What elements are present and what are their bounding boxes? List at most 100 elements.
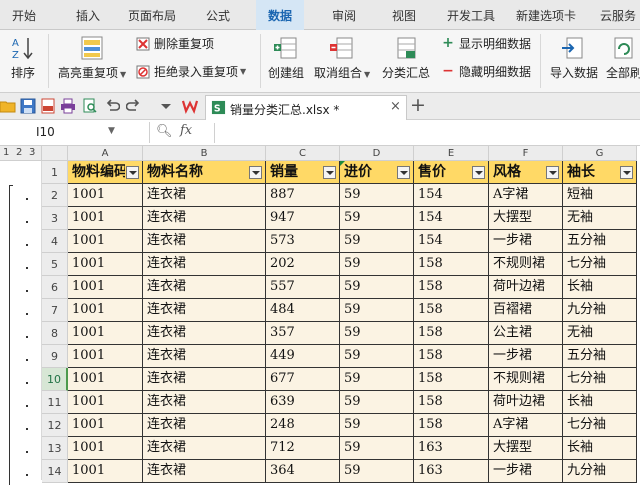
table-cell[interactable]: 荷叶边裙 [489, 276, 563, 299]
reject-duplicates-button[interactable]: 拒绝录入重复项 ▼ [135, 63, 246, 80]
table-cell[interactable]: 连衣裙 [143, 437, 266, 460]
filter-dropdown-icon[interactable] [546, 166, 559, 179]
table-cell[interactable]: 连衣裙 [143, 207, 266, 230]
print-preview-icon[interactable] [82, 98, 98, 114]
create-group-button[interactable]: 创建组 [268, 35, 304, 81]
column-header-f[interactable]: F [489, 146, 563, 161]
table-cell[interactable]: 一步裙 [489, 230, 563, 253]
table-cell[interactable]: 连衣裙 [143, 345, 266, 368]
table-cell[interactable]: 1001 [68, 207, 143, 230]
column-header-b[interactable]: B [143, 146, 266, 161]
table-cell[interactable]: 1001 [68, 391, 143, 414]
table-cell[interactable]: 59 [340, 368, 414, 391]
table-cell[interactable]: 一步裙 [489, 345, 563, 368]
table-cell[interactable]: 158 [414, 299, 489, 322]
header-cell[interactable]: 风格 [489, 161, 563, 184]
table-cell[interactable]: 712 [266, 437, 340, 460]
table-cell[interactable]: 五分袖 [563, 230, 637, 253]
table-cell[interactable]: 长袖 [563, 276, 637, 299]
table-cell[interactable]: 公主裙 [489, 322, 563, 345]
row-header-8[interactable]: 8 [42, 322, 68, 345]
table-cell[interactable]: 连衣裙 [143, 322, 266, 345]
hide-detail-button[interactable]: − 隐藏明细数据 [440, 63, 531, 80]
outline-group-bracket[interactable] [9, 185, 13, 485]
table-cell[interactable]: 158 [414, 276, 489, 299]
table-cell[interactable]: 1001 [68, 184, 143, 207]
filter-dropdown-icon[interactable] [620, 166, 633, 179]
menu-view[interactable]: 视图 [392, 7, 416, 24]
refresh-all-button[interactable]: 全部刷 [606, 35, 640, 81]
chevron-down-icon[interactable]: ▼ [108, 126, 115, 136]
import-data-button[interactable]: 导入数据 [550, 35, 598, 81]
row-header-9[interactable]: 9 [42, 345, 68, 368]
outline-level-2[interactable]: 2 [16, 147, 22, 158]
table-cell[interactable]: 连衣裙 [143, 230, 266, 253]
zoom-search-icon[interactable]: 🔍︎ [156, 124, 173, 139]
table-cell[interactable]: A字裙 [489, 184, 563, 207]
column-header-a[interactable]: A [68, 146, 143, 161]
row-header-10[interactable]: 10 [42, 368, 68, 391]
column-header-d[interactable]: D [340, 146, 414, 161]
table-cell[interactable]: 大摆型 [489, 437, 563, 460]
table-cell[interactable]: 连衣裙 [143, 184, 266, 207]
table-cell[interactable]: 无袖 [563, 322, 637, 345]
filter-dropdown-icon[interactable] [472, 166, 485, 179]
name-box[interactable]: I10 ▼ [0, 122, 150, 143]
highlight-duplicates-button[interactable]: 高亮重复项 ▼ [58, 35, 126, 81]
table-cell[interactable]: 59 [340, 345, 414, 368]
filter-dropdown-icon[interactable] [126, 166, 139, 179]
table-cell[interactable]: 59 [340, 299, 414, 322]
row-header-7[interactable]: 7 [42, 299, 68, 322]
row-header-6[interactable]: 6 [42, 276, 68, 299]
menu-insert[interactable]: 插入 [76, 7, 100, 24]
table-cell[interactable]: 59 [340, 184, 414, 207]
table-cell[interactable]: 连衣裙 [143, 276, 266, 299]
table-cell[interactable]: A字裙 [489, 414, 563, 437]
table-cell[interactable]: 1001 [68, 368, 143, 391]
table-cell[interactable]: 长袖 [563, 391, 637, 414]
outline-level-3[interactable]: 3 [29, 147, 35, 158]
table-cell[interactable]: 连衣裙 [143, 253, 266, 276]
table-cell[interactable]: 154 [414, 207, 489, 230]
ungroup-button[interactable]: 取消组合 ▼ [314, 35, 370, 81]
table-cell[interactable]: 1001 [68, 345, 143, 368]
row-header-12[interactable]: 12 [42, 414, 68, 437]
row-header-3[interactable]: 3 [42, 207, 68, 230]
export-pdf-icon[interactable] [40, 98, 56, 114]
table-cell[interactable]: 484 [266, 299, 340, 322]
table-cell[interactable]: 59 [340, 253, 414, 276]
table-cell[interactable]: 七分袖 [563, 253, 637, 276]
menu-formulas[interactable]: 公式 [206, 7, 230, 24]
table-cell[interactable]: 557 [266, 276, 340, 299]
subtotal-button[interactable]: 分类汇总 [382, 35, 430, 81]
filter-dropdown-icon[interactable] [397, 166, 410, 179]
table-cell[interactable]: 59 [340, 414, 414, 437]
table-cell[interactable]: 1001 [68, 437, 143, 460]
fx-icon[interactable]: fx [180, 123, 192, 138]
formula-input[interactable] [214, 123, 634, 143]
table-cell[interactable]: 1001 [68, 299, 143, 322]
table-cell[interactable]: 59 [340, 391, 414, 414]
redo-icon[interactable] [126, 98, 142, 114]
open-folder-icon[interactable] [0, 98, 16, 114]
row-header-13[interactable]: 13 [42, 437, 68, 460]
table-cell[interactable]: 59 [340, 230, 414, 253]
table-cell[interactable]: 不规则裙 [489, 253, 563, 276]
table-cell[interactable]: 七分袖 [563, 414, 637, 437]
new-tab-icon[interactable]: + [410, 94, 426, 116]
table-cell[interactable]: 1001 [68, 322, 143, 345]
menu-new-tab[interactable]: 新建选项卡 [516, 7, 576, 24]
undo-icon[interactable] [104, 98, 120, 114]
table-cell[interactable]: 573 [266, 230, 340, 253]
table-cell[interactable]: 59 [340, 322, 414, 345]
select-all-corner[interactable] [42, 146, 68, 161]
table-cell[interactable]: 九分袖 [563, 299, 637, 322]
table-cell[interactable]: 59 [340, 207, 414, 230]
table-cell[interactable]: 短袖 [563, 184, 637, 207]
table-cell[interactable]: 五分袖 [563, 345, 637, 368]
header-cell[interactable]: 售价 [414, 161, 489, 184]
table-cell[interactable]: 七分袖 [563, 368, 637, 391]
table-cell[interactable]: 677 [266, 368, 340, 391]
table-cell[interactable]: 449 [266, 345, 340, 368]
table-cell[interactable]: 连衣裙 [143, 299, 266, 322]
